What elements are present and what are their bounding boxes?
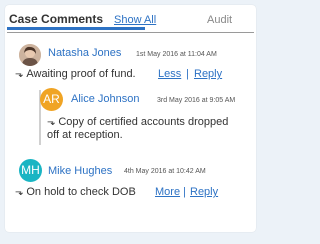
- show-all-link[interactable]: Show All: [114, 14, 156, 26]
- tab-divider: [7, 32, 254, 33]
- more-link[interactable]: More: [155, 186, 180, 198]
- reply-arrow-icon: ⬎: [15, 187, 24, 198]
- avatar: MH: [19, 159, 42, 182]
- comment-text: ⬎ On hold to check DOB: [15, 186, 136, 198]
- separator: |: [183, 186, 186, 198]
- tab-audit[interactable]: Audit: [207, 14, 232, 26]
- tab-case-comments[interactable]: Case Comments: [9, 12, 103, 26]
- comment-author[interactable]: Natasha Jones: [48, 47, 121, 59]
- less-link[interactable]: Less: [158, 68, 181, 80]
- comment-text: ⬎ Awaiting proof of fund.: [15, 68, 136, 80]
- comment-text: ⬎ Copy of certified accounts dropped off …: [47, 116, 229, 141]
- reply-arrow-icon: ⬎: [15, 69, 24, 80]
- active-tab-indicator: [7, 27, 145, 30]
- reply-arrow-icon: ⬎: [47, 117, 56, 128]
- avatar: AR: [40, 88, 63, 111]
- avatar: [19, 44, 41, 66]
- case-comments-panel: Case Comments Show All Audit Natasha Jon…: [5, 5, 256, 232]
- comment-timestamp: 4th May 2016 at 10:42 AM: [124, 168, 206, 175]
- comment-timestamp: 1st May 2016 at 11:04 AM: [136, 51, 217, 58]
- comment-author[interactable]: Mike Hughes: [48, 165, 112, 177]
- separator: |: [186, 68, 189, 80]
- comment-timestamp: 3rd May 2016 at 9:05 AM: [157, 97, 236, 104]
- reply-link[interactable]: Reply: [194, 68, 222, 80]
- comment-author[interactable]: Alice Johnson: [71, 93, 140, 105]
- reply-link[interactable]: Reply: [190, 186, 218, 198]
- tab-bar: Case Comments Show All Audit: [5, 5, 256, 31]
